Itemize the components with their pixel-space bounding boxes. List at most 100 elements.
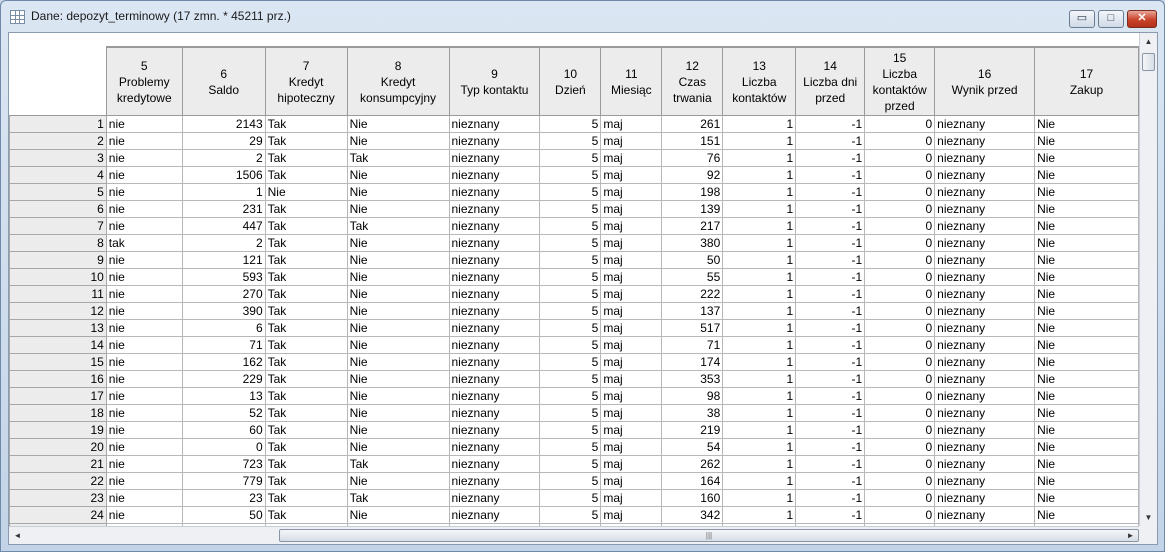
data-cell[interactable]: Nie — [1034, 200, 1139, 218]
data-cell[interactable]: nieznany — [934, 370, 1036, 388]
data-cell[interactable]: 5 — [539, 404, 602, 422]
data-cell[interactable]: -1 — [795, 404, 866, 422]
data-cell[interactable]: Nie — [1034, 421, 1139, 439]
column-header[interactable]: 14 Liczba dni przed — [795, 47, 866, 116]
data-cell[interactable]: nieznany — [448, 370, 541, 388]
row-number[interactable]: 13 — [9, 319, 107, 337]
data-cell[interactable]: nie — [105, 455, 183, 473]
data-cell[interactable]: -1 — [795, 353, 866, 371]
data-cell[interactable]: maj — [600, 319, 663, 337]
data-cell[interactable]: Tak — [264, 285, 348, 303]
data-cell[interactable]: Tak — [264, 387, 348, 405]
data-cell[interactable]: Tak — [264, 472, 348, 490]
data-cell[interactable]: 5 — [539, 438, 602, 456]
corner-cell[interactable] — [9, 47, 107, 116]
row-number[interactable]: 6 — [9, 200, 107, 218]
data-cell[interactable]: Tak — [346, 217, 450, 235]
data-cell[interactable]: 229 — [181, 370, 266, 388]
data-cell[interactable]: 0 — [864, 115, 936, 133]
data-cell[interactable]: nieznany — [448, 336, 541, 354]
row-number[interactable]: 9 — [9, 251, 107, 269]
row-number[interactable]: 24 — [9, 506, 107, 524]
data-cell[interactable]: 137 — [661, 302, 724, 320]
data-cell[interactable]: Tak — [264, 421, 348, 439]
column-header[interactable]: 17 Zakup — [1034, 47, 1139, 116]
row-number[interactable]: 5 — [9, 183, 107, 201]
data-cell[interactable]: nieznany — [934, 115, 1036, 133]
data-cell[interactable]: Nie — [1034, 302, 1139, 320]
data-cell[interactable]: Nie — [346, 302, 450, 320]
data-cell[interactable]: Nie — [1034, 183, 1139, 201]
data-cell[interactable]: maj — [600, 251, 663, 269]
data-cell[interactable]: maj — [600, 132, 663, 150]
data-cell[interactable]: 1 — [722, 200, 797, 218]
data-cell[interactable]: 0 — [864, 149, 936, 167]
data-cell[interactable]: 2143 — [181, 115, 266, 133]
data-cell[interactable]: 0 — [864, 489, 936, 507]
data-cell[interactable]: Nie — [1034, 115, 1139, 133]
data-cell[interactable]: nieznany — [934, 489, 1036, 507]
data-cell[interactable]: nie — [105, 285, 183, 303]
data-cell[interactable]: Nie — [346, 115, 450, 133]
data-cell[interactable]: nieznany — [934, 251, 1036, 269]
data-cell[interactable]: Nie — [346, 285, 450, 303]
data-cell[interactable]: 0 — [864, 353, 936, 371]
data-cell[interactable]: 160 — [661, 489, 724, 507]
data-cell[interactable]: 0 — [864, 370, 936, 388]
row-number[interactable]: 14 — [9, 336, 107, 354]
data-cell[interactable]: Tak — [346, 149, 450, 167]
row-number[interactable]: 17 — [9, 387, 107, 405]
data-cell[interactable]: 1 — [722, 404, 797, 422]
data-cell[interactable]: nie — [105, 183, 183, 201]
data-cell[interactable]: nie — [105, 506, 183, 524]
data-cell[interactable]: 0 — [864, 217, 936, 235]
data-cell[interactable]: 222 — [661, 285, 724, 303]
data-cell[interactable]: nieznany — [934, 319, 1036, 337]
data-cell[interactable]: -1 — [795, 506, 866, 524]
data-cell[interactable]: nieznany — [934, 268, 1036, 286]
data-cell[interactable]: 1 — [722, 421, 797, 439]
maximize-button[interactable]: □ — [1098, 10, 1124, 28]
row-number[interactable]: 18 — [9, 404, 107, 422]
data-cell[interactable]: maj — [600, 455, 663, 473]
data-cell[interactable]: nie — [105, 302, 183, 320]
data-cell[interactable]: Nie — [1034, 370, 1139, 388]
column-header[interactable]: 12 Czas trwania — [661, 47, 724, 116]
data-cell[interactable]: maj — [600, 370, 663, 388]
data-cell[interactable]: Tak — [264, 319, 348, 337]
data-cell[interactable]: Nie — [1034, 268, 1139, 286]
row-number[interactable]: 12 — [9, 302, 107, 320]
data-cell[interactable]: maj — [600, 285, 663, 303]
data-cell[interactable]: 5 — [539, 370, 602, 388]
data-cell[interactable]: 1 — [722, 370, 797, 388]
data-cell[interactable]: 164 — [661, 472, 724, 490]
data-cell[interactable]: Nie — [1034, 132, 1139, 150]
data-cell[interactable]: Nie — [1034, 217, 1139, 235]
data-cell[interactable]: 0 — [864, 438, 936, 456]
data-cell[interactable]: 1 — [722, 387, 797, 405]
data-cell[interactable]: 13 — [181, 387, 266, 405]
data-cell[interactable]: nieznany — [448, 149, 541, 167]
data-cell[interactable]: nieznany — [934, 166, 1036, 184]
column-header[interactable]: 15 Liczba kontaktów przed — [864, 47, 936, 116]
data-cell[interactable]: 1 — [722, 149, 797, 167]
data-cell[interactable]: nieznany — [448, 489, 541, 507]
data-cell[interactable]: 174 — [661, 353, 724, 371]
data-cell[interactable]: nieznany — [448, 302, 541, 320]
data-cell[interactable]: 231 — [181, 200, 266, 218]
row-number[interactable]: 3 — [9, 149, 107, 167]
row-number[interactable]: 4 — [9, 166, 107, 184]
data-cell[interactable]: maj — [600, 200, 663, 218]
data-cell[interactable]: Tak — [264, 506, 348, 524]
data-cell[interactable]: Nie — [346, 438, 450, 456]
data-cell[interactable]: nie — [105, 319, 183, 337]
scroll-up-arrow-icon[interactable]: ▲ — [1140, 33, 1157, 50]
data-cell[interactable]: Tak — [264, 200, 348, 218]
horizontal-scrollbar[interactable]: ◄ ||| ► — [9, 526, 1139, 544]
data-cell[interactable]: 219 — [661, 421, 724, 439]
row-number[interactable]: 23 — [9, 489, 107, 507]
data-cell[interactable]: maj — [600, 336, 663, 354]
data-cell[interactable]: nie — [105, 472, 183, 490]
data-cell[interactable]: 5 — [539, 183, 602, 201]
data-cell[interactable]: Tak — [264, 404, 348, 422]
